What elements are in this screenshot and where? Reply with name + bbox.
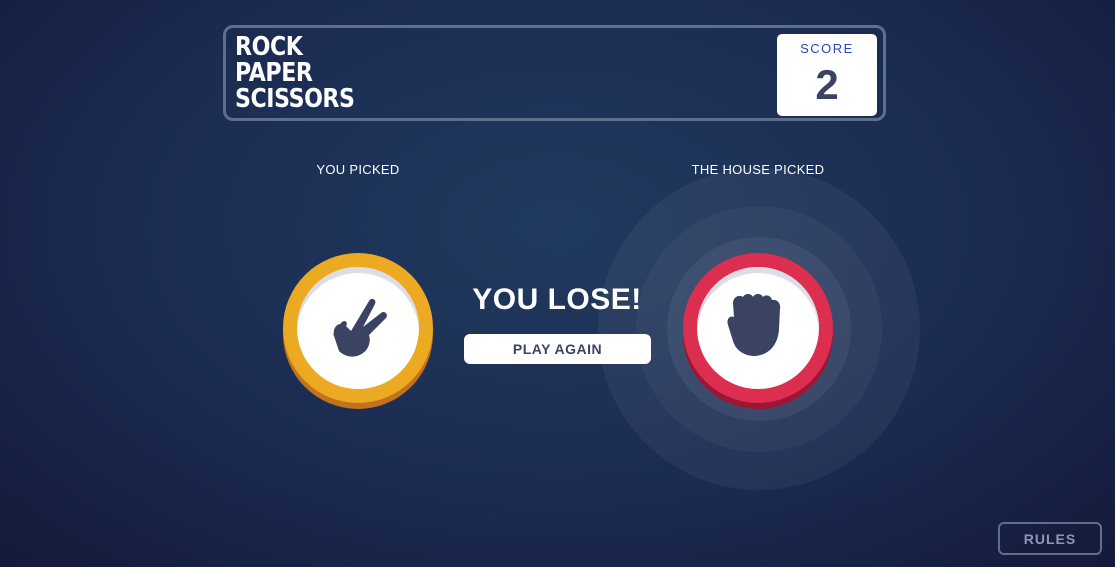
score-label: SCORE xyxy=(800,41,854,56)
rock-fist-icon xyxy=(727,294,781,356)
game-title: ROCK PAPER SCISSORS xyxy=(235,34,355,112)
title-line-scissors: SCISSORS xyxy=(235,84,355,114)
score-value: 2 xyxy=(815,61,839,108)
result-text: YOU LOSE! xyxy=(472,283,642,316)
player-pick-label: YOU PICKED xyxy=(316,162,400,177)
play-again-button[interactable]: PLAY AGAIN xyxy=(464,334,651,364)
house-choice-rock xyxy=(683,253,833,403)
title-line-rock: ROCK xyxy=(235,32,303,62)
rules-button[interactable]: RULES xyxy=(998,522,1102,555)
score-box: SCORE 2 xyxy=(777,34,877,116)
scissors-hand-icon xyxy=(333,298,387,357)
title-line-paper: PAPER xyxy=(235,58,313,88)
player-choice-scissors xyxy=(283,253,433,403)
scoreboard-header: ROCK PAPER SCISSORS SCORE 2 xyxy=(223,25,886,121)
